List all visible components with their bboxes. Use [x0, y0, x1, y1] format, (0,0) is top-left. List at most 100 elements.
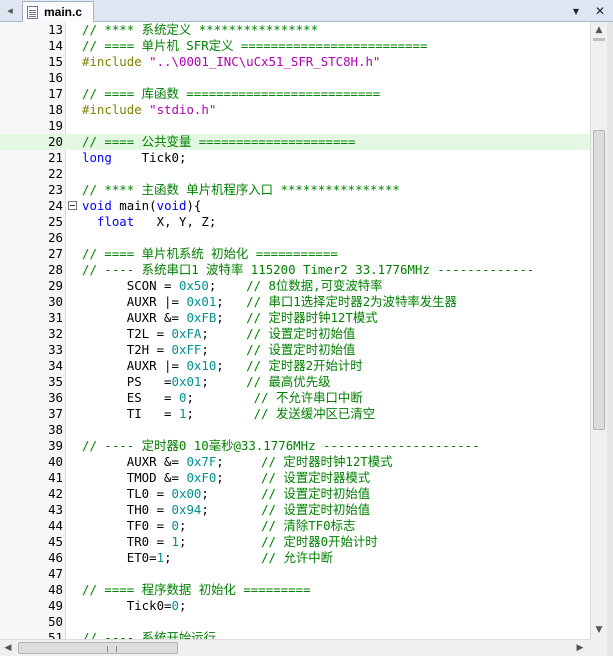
code-line[interactable]: 32 T2L = 0xFA; // 设置定时初始值	[0, 326, 590, 342]
scroll-down-arrow-icon[interactable]: ▼	[591, 622, 607, 638]
code-token: // ==== 程序数据 初始化 =========	[82, 582, 311, 597]
vertical-scroll-thumb[interactable]	[593, 130, 605, 430]
line-number: 13	[48, 22, 63, 37]
code-token: 1	[156, 550, 165, 565]
code-token: T2H =	[82, 342, 172, 357]
code-line[interactable]: 13 // **** 系统定义 ****************	[0, 22, 590, 38]
code-line[interactable]: 40 AUXR &= 0x7F; // 定时器时钟12T模式	[0, 454, 590, 470]
fold-collapse-icon[interactable]	[68, 201, 77, 210]
code-line[interactable]: 36 ES = 0; // 不允许串口中断	[0, 390, 590, 406]
tab-main-c[interactable]: main.c	[22, 1, 94, 22]
code-token: 0x50	[178, 278, 209, 293]
code-line[interactable]: 25 float X, Y, Z;	[0, 214, 590, 230]
code-line[interactable]: 30 AUXR |= 0x01; // 串口1选择定时器2为波特率发生器	[0, 294, 590, 310]
code-line[interactable]: 18 #include "stdio.h"	[0, 102, 590, 118]
code-line[interactable]: 44 TF0 = 0; // 清除TF0标志	[0, 518, 590, 534]
code-text: long Tick0;	[82, 150, 186, 166]
vertical-scrollbar[interactable]: ▲ ▼	[590, 22, 607, 639]
tab-scroll-left-icon[interactable]: ◂	[3, 3, 17, 18]
code-line[interactable]: 39 // ---- 定时器0 10毫秒@33.1776MHz ---------…	[0, 438, 590, 454]
code-line[interactable]: 50	[0, 614, 590, 630]
line-number: 31	[48, 310, 63, 325]
code-token: void	[82, 198, 112, 213]
code-line[interactable]: 49 Tick0=0;	[0, 598, 590, 614]
code-line[interactable]: 28 // ---- 系统串口1 波特率 115200 Timer2 33.177…	[0, 262, 590, 278]
code-token: ET0=	[82, 550, 157, 565]
code-token: ;	[201, 486, 262, 501]
code-token: T2L =	[82, 326, 172, 341]
code-text: void main(void){	[82, 198, 201, 214]
code-text: float X, Y, Z;	[82, 214, 216, 230]
scroll-left-arrow-icon[interactable]: ◀	[0, 640, 16, 656]
code-token: ;	[216, 454, 262, 469]
line-number: 47	[48, 566, 63, 581]
code-token: ){	[186, 198, 202, 213]
line-number: 39	[48, 438, 63, 453]
line-number: 40	[48, 454, 63, 469]
code-token: AUXR &=	[82, 310, 187, 325]
code-editor[interactable]: 13 // **** 系统定义 **************** 14 // ====…	[0, 22, 590, 639]
code-line[interactable]: 45 TR0 = 1; // 定时器0开始计时	[0, 534, 590, 550]
code-token: // ==== 公共变量 =====================	[82, 134, 356, 149]
code-line[interactable]: 46 ET0=1; // 允许中断	[0, 550, 590, 566]
split-handle[interactable]	[593, 38, 605, 41]
code-token: 0	[171, 518, 179, 533]
code-line[interactable]: 19	[0, 118, 590, 134]
window-edge	[607, 22, 613, 656]
line-number: 18	[48, 102, 63, 117]
code-line[interactable]: 21 long Tick0;	[0, 150, 590, 166]
code-text: // ==== 公共变量 =====================	[82, 134, 355, 150]
code-line[interactable]: 27 // ==== 单片机系统 初始化 ===========	[0, 246, 590, 262]
code-line[interactable]: 17 // ==== 库函数 ==========================	[0, 86, 590, 102]
code-line[interactable]: 51 // ---- 系统开始运行	[0, 630, 590, 639]
code-line[interactable]: 47	[0, 566, 590, 582]
code-line[interactable]: 24 void main(void){	[0, 198, 590, 214]
tab-list-dropdown-button[interactable]: ▾	[568, 3, 584, 19]
code-token: // 设置定时器模式	[261, 470, 371, 485]
code-token: // 发送缓冲区已清空	[253, 406, 376, 421]
code-line[interactable]: 48 // ==== 程序数据 初始化 =========	[0, 582, 590, 598]
code-line[interactable]: 23 // **** 主函数 单片机程序入口 ****************	[0, 182, 590, 198]
close-tab-button[interactable]: ✕	[592, 3, 608, 19]
code-token: // 8位数据,可变波特率	[246, 278, 383, 293]
code-line[interactable]: 33 T2H = 0xFF; // 设置定时初始值	[0, 342, 590, 358]
code-text: #include "..\0001_INC\uCx51_SFR_STC8H.h"	[82, 54, 380, 70]
code-line[interactable]: 29 SCON = 0x50; // 8位数据,可变波特率	[0, 278, 590, 294]
code-token: PS =	[82, 374, 172, 389]
code-token: TF0 =	[82, 518, 172, 533]
horizontal-scrollbar[interactable]: ◀ ▶	[0, 639, 607, 656]
code-token: #include	[82, 54, 150, 69]
line-number: 45	[48, 534, 63, 549]
code-line[interactable]: 34 AUXR |= 0x10; // 定时器2开始计时	[0, 358, 590, 374]
code-token: AUXR &=	[82, 454, 187, 469]
scroll-right-arrow-icon[interactable]: ▶	[572, 640, 588, 656]
code-token: // 定时器0开始计时	[261, 534, 378, 549]
code-token: // **** 主函数 单片机程序入口 ****************	[82, 182, 400, 197]
code-line[interactable]: 41 TMOD &= 0xF0; // 设置定时器模式	[0, 470, 590, 486]
code-token: "stdio.h"	[149, 102, 217, 117]
horizontal-scroll-thumb[interactable]	[18, 642, 178, 654]
code-line[interactable]: 14 // ==== 单片机 SFR定义 ====================…	[0, 38, 590, 54]
code-line[interactable]: 43 TH0 = 0x94; // 设置定时初始值	[0, 502, 590, 518]
code-text: T2H = 0xFF; // 设置定时初始值	[82, 342, 356, 358]
code-line[interactable]: 35 PS =0x01; // 最高优先级	[0, 374, 590, 390]
line-number: 23	[48, 182, 63, 197]
code-line[interactable]: 22	[0, 166, 590, 182]
code-line[interactable]: 31 AUXR &= 0xFB; // 定时器时钟12T模式	[0, 310, 590, 326]
code-line[interactable]: 38	[0, 422, 590, 438]
line-number: 32	[48, 326, 63, 341]
code-line[interactable]: 26	[0, 230, 590, 246]
code-line[interactable]: 42 TL0 = 0x00; // 设置定时初始值	[0, 486, 590, 502]
code-token: 1	[171, 534, 179, 549]
scroll-up-arrow-icon[interactable]: ▲	[591, 22, 607, 38]
code-token: float	[96, 214, 135, 229]
code-line[interactable]: 37 TI = 1; // 发送缓冲区已清空	[0, 406, 590, 422]
line-number: 51	[48, 630, 63, 639]
code-line[interactable]: 16	[0, 70, 590, 86]
scroll-grip-icon	[107, 646, 117, 652]
line-number: 26	[48, 230, 63, 245]
code-line[interactable]: 20 // ==== 公共变量 =====================	[0, 134, 590, 150]
code-line[interactable]: 15 #include "..\0001_INC\uCx51_SFR_STC8H.…	[0, 54, 590, 70]
code-text: // ==== 程序数据 初始化 =========	[82, 582, 310, 598]
